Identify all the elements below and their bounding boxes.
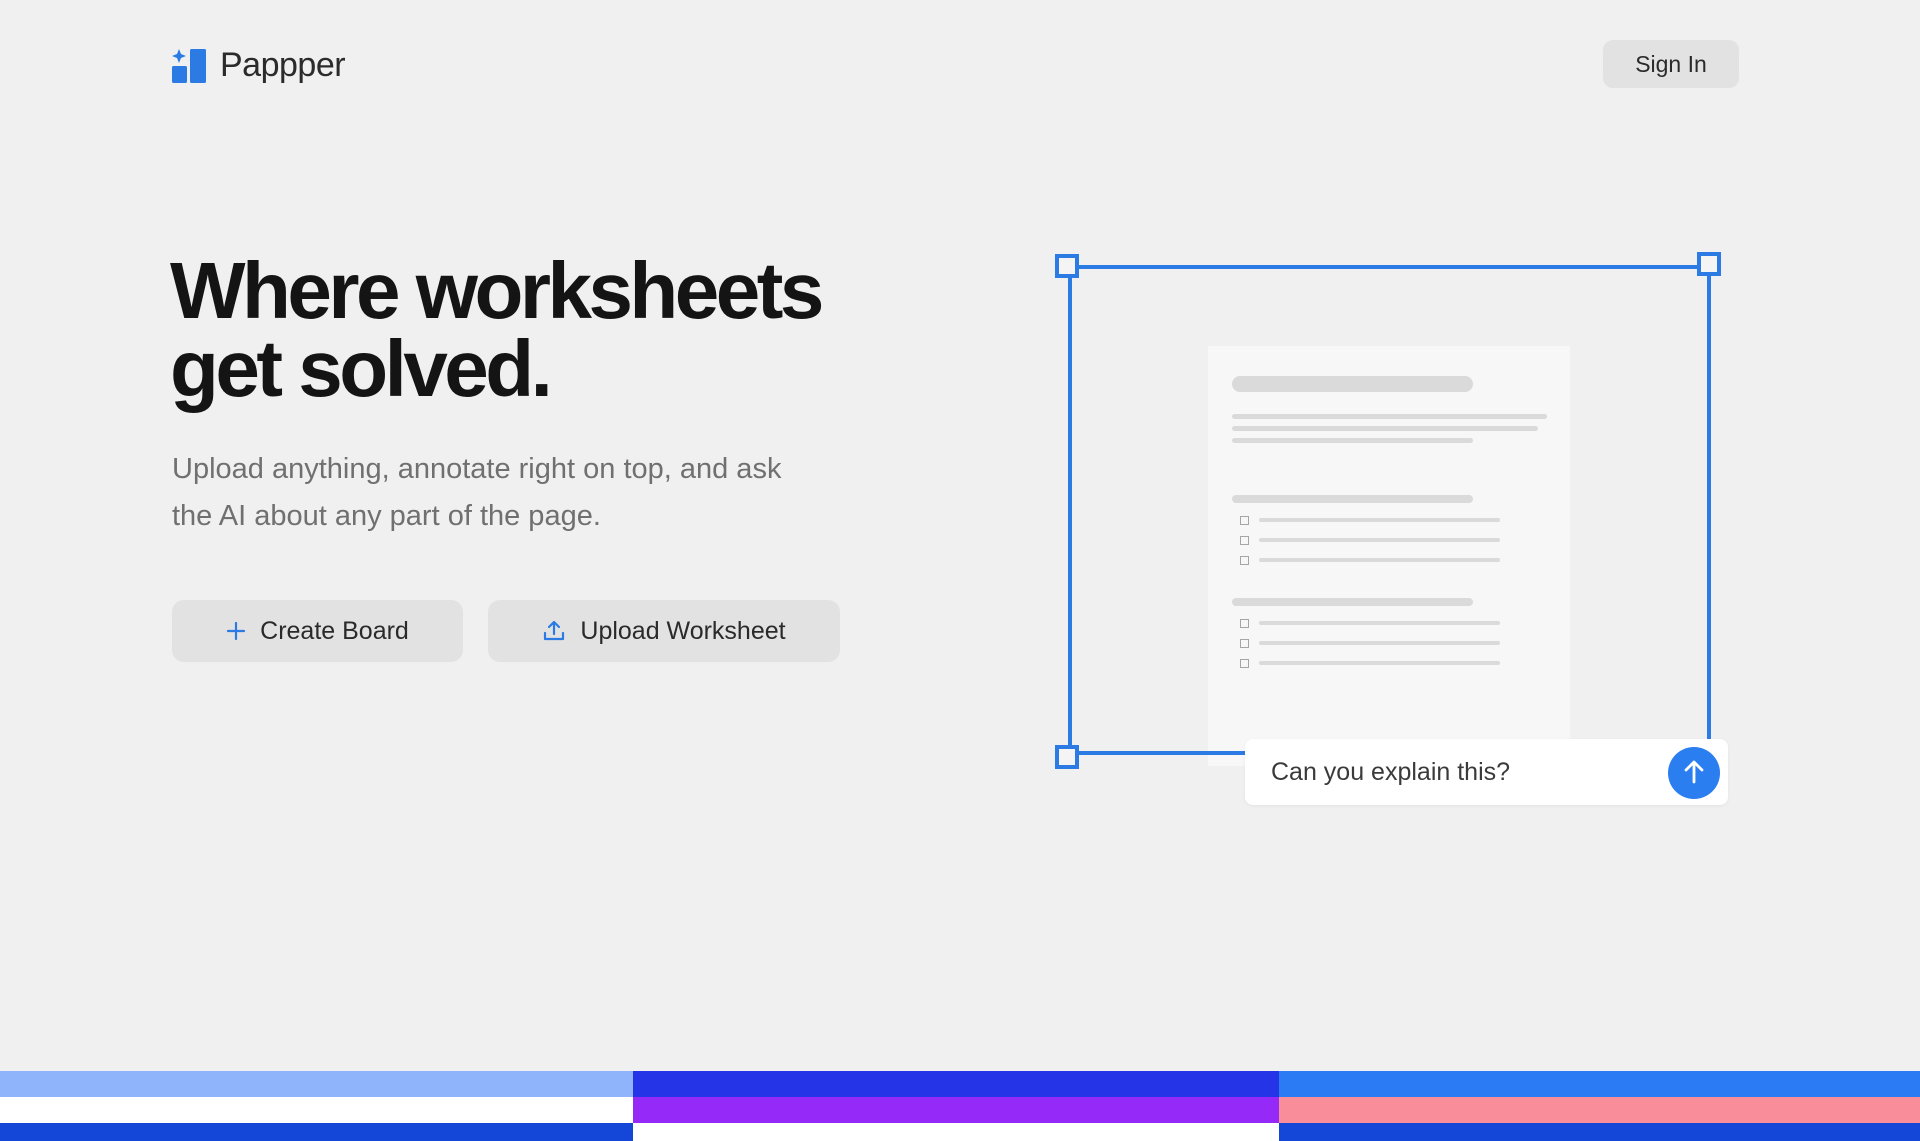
create-board-label: Create Board: [260, 616, 409, 645]
sign-in-button[interactable]: Sign In: [1603, 40, 1739, 88]
send-button[interactable]: [1668, 747, 1720, 799]
hero-title-line-2: get solved.: [170, 324, 553, 413]
worksheet-illustration: Can you explain this?: [1050, 250, 1740, 810]
chat-prompt-text: Can you explain this?: [1271, 758, 1511, 786]
resize-handle-bottom-left[interactable]: [1055, 745, 1079, 769]
landing-page: Pappper Sign In Where worksheets get sol…: [0, 0, 1920, 1141]
hero-title-line-1: Where worksheets: [170, 246, 824, 335]
ai-chat-prompt[interactable]: Can you explain this?: [1245, 739, 1728, 805]
resize-handle-top-right[interactable]: [1697, 252, 1721, 276]
decorative-stripes: [0, 1071, 1920, 1141]
pappper-logo-icon: [172, 48, 206, 83]
hero-subtitle: Upload anything, annotate right on top, …: [172, 446, 852, 540]
arrow-up-icon: [1680, 758, 1708, 789]
hero-title: Where worksheets get solved.: [170, 246, 890, 413]
stripe-group-left: [0, 1071, 633, 1141]
hero-subtitle-line-1: Upload anything, annotate right on top, …: [172, 453, 782, 485]
create-board-button[interactable]: Create Board: [172, 600, 463, 662]
stripe-group-middle: [633, 1071, 1279, 1141]
upload-worksheet-button[interactable]: Upload Worksheet: [488, 600, 840, 662]
stripe-group-right: [1279, 1071, 1920, 1141]
brand-logo[interactable]: Pappper: [172, 46, 346, 85]
upload-icon: [542, 619, 566, 643]
selection-frame[interactable]: [1068, 265, 1711, 755]
plus-icon: [226, 621, 246, 641]
resize-handle-top-left[interactable]: [1055, 254, 1079, 278]
hero-subtitle-line-2: the AI about any part of the page.: [172, 500, 601, 532]
upload-worksheet-label: Upload Worksheet: [580, 616, 786, 645]
brand-name: Pappper: [220, 46, 346, 84]
